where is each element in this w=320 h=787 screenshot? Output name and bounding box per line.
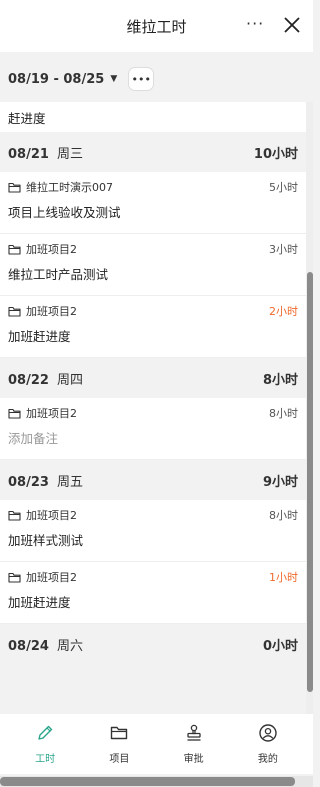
- entry-hours: 8小时: [269, 407, 298, 420]
- time-entry[interactable]: 加班项目2 3小时维拉工时产品测试: [0, 234, 306, 296]
- folder-icon: [8, 510, 21, 521]
- tab-label: 工时: [35, 754, 56, 765]
- title-bar: 维拉工时 ···: [0, 0, 313, 52]
- entry-hours: 8小时: [269, 509, 298, 522]
- tab-folder[interactable]: 项目: [89, 723, 149, 765]
- entry-project: 维拉工时演示007: [8, 179, 113, 195]
- scrollbar-thumb[interactable]: [307, 272, 313, 692]
- time-entry[interactable]: 加班项目2 8小时 添加备注: [0, 398, 306, 460]
- day-date-group: 08/22 周四: [8, 369, 83, 388]
- entry-note: 加班赶进度: [8, 595, 71, 610]
- tab-stamp[interactable]: 审批: [164, 723, 224, 765]
- day-date: 08/24: [8, 638, 49, 654]
- day-header: 08/24 周六 0小时: [0, 624, 306, 664]
- timesheet-list: 赶进度 08/21 周三 10小时维拉工时演示007 5小时项目上线验收及测试加班项目…: [0, 102, 306, 714]
- time-entry[interactable]: 加班项目2 2小时加班赶进度: [0, 296, 306, 358]
- entry-project-name: 加班项目2: [26, 243, 77, 256]
- entry-note[interactable]: 赶进度: [0, 102, 306, 132]
- entry-project-name: 加班项目2: [26, 407, 77, 420]
- tab-label: 项目: [109, 754, 130, 765]
- user-circle-icon: [258, 723, 278, 750]
- day-date: 08/23: [8, 474, 49, 490]
- day-date-group: 08/24 周六: [8, 635, 83, 654]
- close-icon[interactable]: [282, 15, 302, 35]
- bottom-tab-bar: 工时 项目 审批 我的: [0, 714, 313, 774]
- folder-icon: [8, 306, 21, 317]
- folder-icon: [8, 408, 21, 419]
- entry-project-row: 加班项目2 8小时: [8, 500, 298, 522]
- folder-icon: [109, 723, 129, 750]
- tab-pencil[interactable]: 工时: [15, 723, 75, 765]
- more-menu-button[interactable]: ···: [246, 14, 264, 33]
- day-weekday: 周四: [56, 372, 83, 388]
- horizontal-scrollbar[interactable]: [0, 776, 313, 787]
- entry-hours: 1小时: [269, 571, 298, 584]
- day-weekday: 周五: [56, 474, 83, 490]
- time-entry[interactable]: 加班项目2 8小时加班样式测试: [0, 500, 306, 562]
- entry-hours: 3小时: [269, 243, 298, 256]
- day-header: 08/21 周三 10小时: [0, 132, 306, 172]
- day-header: 08/23 周五 9小时: [0, 460, 306, 500]
- entry-project-name: 加班项目2: [26, 509, 77, 522]
- folder-icon: [8, 244, 21, 255]
- caret-down-icon[interactable]: ▼: [110, 74, 117, 84]
- entry-project-row: 维拉工时演示007 5小时: [8, 172, 298, 194]
- entry-project: 加班项目2: [8, 569, 77, 585]
- entry-note: 维拉工时产品测试: [8, 267, 109, 282]
- entry-project-row: 加班项目2 3小时: [8, 234, 298, 256]
- day-total-hours: 10小时: [253, 146, 298, 162]
- entry-project-row: 加班项目2 8小时: [8, 398, 298, 420]
- day-header: 08/22 周四 8小时: [0, 358, 306, 398]
- entry-project-row: 加班项目2 2小时: [8, 296, 298, 318]
- stamp-icon: [184, 723, 204, 750]
- day-date-group: 08/21 周三: [8, 143, 83, 162]
- tab-label: 审批: [183, 754, 204, 765]
- date-range-bar: 08/19 - 08/25 ▼ •••: [0, 56, 313, 102]
- entry-hours: 5小时: [269, 181, 298, 194]
- entry-project: 加班项目2: [8, 507, 77, 523]
- pencil-icon: [35, 723, 55, 750]
- entry-project: 加班项目2: [8, 405, 77, 421]
- range-more-button[interactable]: •••: [129, 68, 154, 90]
- day-total-hours: 0小时: [262, 638, 298, 654]
- tab-user-circle[interactable]: 我的: [238, 723, 298, 765]
- entry-project-name: 加班项目2: [26, 305, 77, 318]
- add-note-placeholder[interactable]: 添加备注: [8, 420, 298, 459]
- entry-project: 加班项目2: [8, 241, 77, 257]
- day-total-hours: 9小时: [262, 474, 298, 490]
- date-range-selector[interactable]: 08/19 - 08/25: [8, 72, 104, 87]
- folder-icon: [8, 572, 21, 583]
- page-title: 维拉工时: [126, 17, 187, 36]
- entry-project-name: 维拉工时演示007: [26, 181, 113, 194]
- day-weekday: 周三: [56, 146, 83, 162]
- entry-project-row: 加班项目2 1小时: [8, 562, 298, 584]
- day-weekday: 周六: [56, 638, 83, 654]
- horizontal-scrollbar-thumb[interactable]: [0, 777, 295, 786]
- day-total-hours: 8小时: [262, 372, 298, 388]
- day-date: 08/22: [8, 372, 49, 388]
- entry-project-name: 加班项目2: [26, 571, 77, 584]
- time-entry[interactable]: 维拉工时演示007 5小时项目上线验收及测试: [0, 172, 306, 234]
- entry-note: 加班赶进度: [8, 329, 71, 344]
- folder-icon: [8, 182, 21, 193]
- time-entry[interactable]: 加班项目2 1小时加班赶进度: [0, 562, 306, 624]
- entry-hours: 2小时: [269, 305, 298, 318]
- entry-project: 加班项目2: [8, 303, 77, 319]
- entry-note: 项目上线验收及测试: [8, 205, 121, 220]
- day-date: 08/21: [8, 146, 49, 162]
- tab-label: 我的: [257, 754, 278, 765]
- entry-note: 加班样式测试: [8, 533, 84, 548]
- day-date-group: 08/23 周五: [8, 471, 83, 490]
